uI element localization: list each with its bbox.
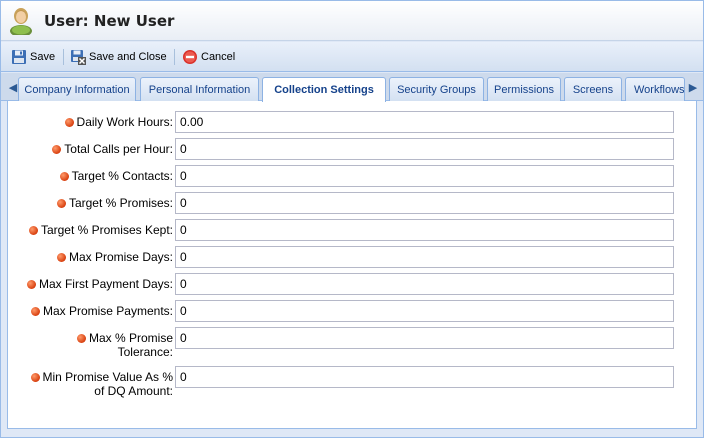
cancel-icon — [183, 50, 197, 64]
window-title: User: New User — [44, 12, 175, 30]
max-promise-tolerance-input[interactable] — [175, 327, 674, 349]
required-indicator-icon — [52, 145, 62, 154]
total-calls-per-hour-input[interactable] — [175, 138, 674, 160]
toolbar-separator — [63, 49, 64, 65]
tab-workflows[interactable]: Workflows — [625, 77, 685, 101]
field-label: Min Promise Value As % of DQ Amount: — [30, 370, 173, 398]
title-bar: User: New User — [1, 1, 703, 41]
save-button-label: Save — [30, 51, 56, 63]
field-label: Target % Contacts: — [59, 169, 173, 183]
required-indicator-icon — [64, 118, 74, 127]
min-promise-value-input[interactable] — [175, 366, 674, 388]
daily-work-hours-input[interactable] — [175, 111, 674, 133]
required-indicator-icon — [28, 226, 38, 235]
max-first-payment-days-input[interactable] — [175, 273, 674, 295]
save-button[interactable]: Save — [11, 48, 55, 66]
toolbar: Save Save and Close Cancel — [1, 42, 703, 72]
collection-settings-form: Daily Work Hours: Total Calls per Hour: … — [7, 101, 697, 429]
save-and-close-label: Save and Close — [89, 51, 167, 63]
target-promises-kept-input[interactable] — [175, 219, 674, 241]
field-label: Target % Promises: — [56, 196, 173, 210]
cancel-button[interactable]: Cancel — [182, 48, 235, 66]
tab-screens[interactable]: Screens — [564, 77, 622, 101]
max-promise-payments-input[interactable] — [175, 300, 674, 322]
floppy-disk-icon — [12, 50, 26, 64]
toolbar-separator — [174, 49, 175, 65]
max-promise-days-input[interactable] — [175, 246, 674, 268]
field-label: Max % Promise Tolerance: — [76, 331, 173, 359]
required-indicator-icon — [30, 307, 40, 316]
required-indicator-icon — [76, 334, 86, 343]
required-indicator-icon — [59, 172, 69, 181]
target-promises-input[interactable] — [175, 192, 674, 214]
field-label: Target % Promises Kept: — [28, 223, 173, 237]
tab-permissions[interactable]: Permissions — [487, 77, 561, 101]
tab-scroll-right-button[interactable]: ▶ — [686, 77, 700, 97]
tab-security-groups[interactable]: Security Groups — [389, 77, 484, 101]
save-close-icon — [71, 50, 86, 65]
required-indicator-icon — [30, 373, 40, 382]
target-contacts-input[interactable] — [175, 165, 674, 187]
tab-collection-settings[interactable]: Collection Settings — [262, 77, 386, 102]
tab-company-information[interactable]: Company Information — [18, 77, 136, 101]
tab-personal-information[interactable]: Personal Information — [140, 77, 259, 101]
field-label: Max First Payment Days: — [26, 277, 173, 291]
arrow-left-icon: ◀ — [8, 81, 18, 94]
tab-strip: ◀ Company Information Personal Informati… — [1, 73, 703, 102]
user-editor-window: User: New User Save Save and Close Cance… — [0, 0, 704, 438]
required-indicator-icon — [26, 280, 36, 289]
field-label: Max Promise Payments: — [30, 304, 173, 318]
user-icon — [10, 8, 32, 35]
required-indicator-icon — [56, 253, 66, 262]
field-label: Total Calls per Hour: — [52, 142, 173, 156]
arrow-right-icon: ▶ — [688, 81, 698, 94]
field-label: Daily Work Hours: — [64, 115, 173, 129]
save-and-close-button[interactable]: Save and Close — [70, 48, 167, 66]
required-indicator-icon — [56, 199, 66, 208]
cancel-button-label: Cancel — [201, 51, 236, 63]
field-label: Max Promise Days: — [56, 250, 173, 264]
